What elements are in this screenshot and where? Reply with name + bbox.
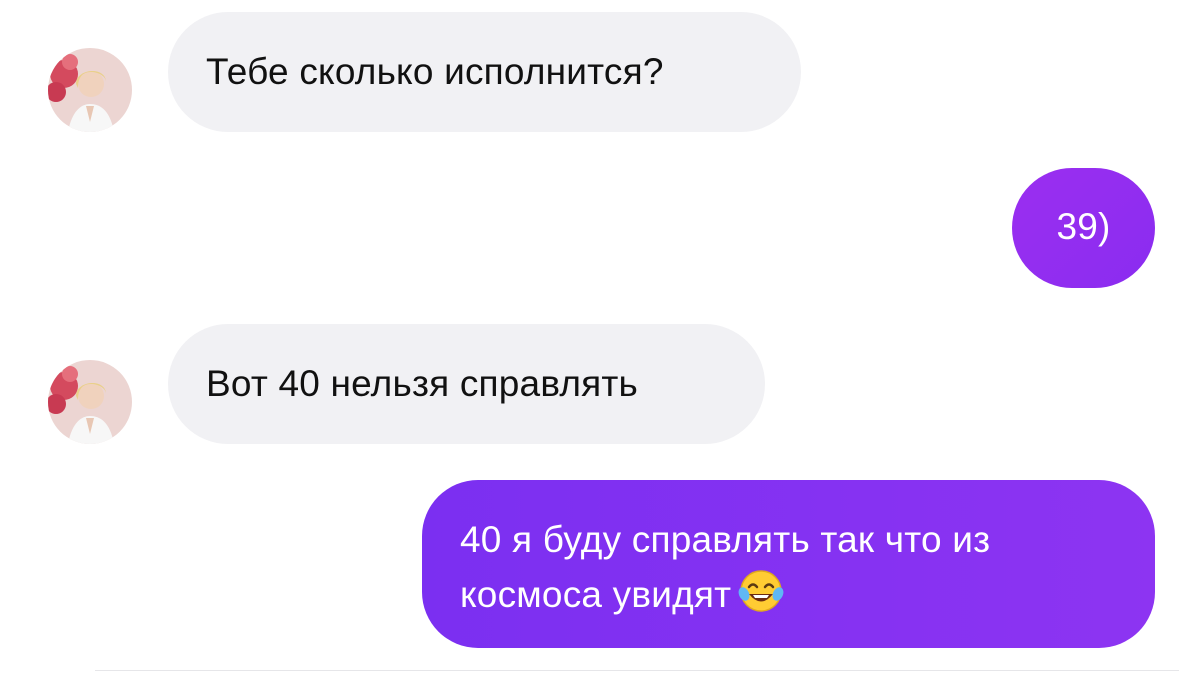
message-text: Вот 40 нельзя справлять: [206, 363, 638, 404]
contact-avatar[interactable]: [48, 48, 132, 132]
message-text: Тебе сколько исполнится?: [206, 51, 664, 92]
message-bubble-outgoing[interactable]: 39): [1012, 168, 1155, 288]
message-text-line: космоса увидят: [460, 567, 1115, 622]
message-text: 39): [1056, 206, 1111, 247]
message-bubble-outgoing[interactable]: 40 я буду справлять так что из космоса у…: [422, 480, 1155, 648]
message-bubble-incoming[interactable]: Тебе сколько исполнится?: [168, 12, 801, 132]
divider: [95, 670, 1179, 671]
avatar-photo: [48, 360, 132, 444]
contact-avatar[interactable]: [48, 360, 132, 444]
avatar-photo: [48, 48, 132, 132]
message-bubble-incoming[interactable]: Вот 40 нельзя справлять: [168, 324, 765, 444]
message-text-line: 40 я буду справлять так что из: [460, 519, 991, 560]
face-with-tears-of-joy-icon: [737, 567, 785, 615]
